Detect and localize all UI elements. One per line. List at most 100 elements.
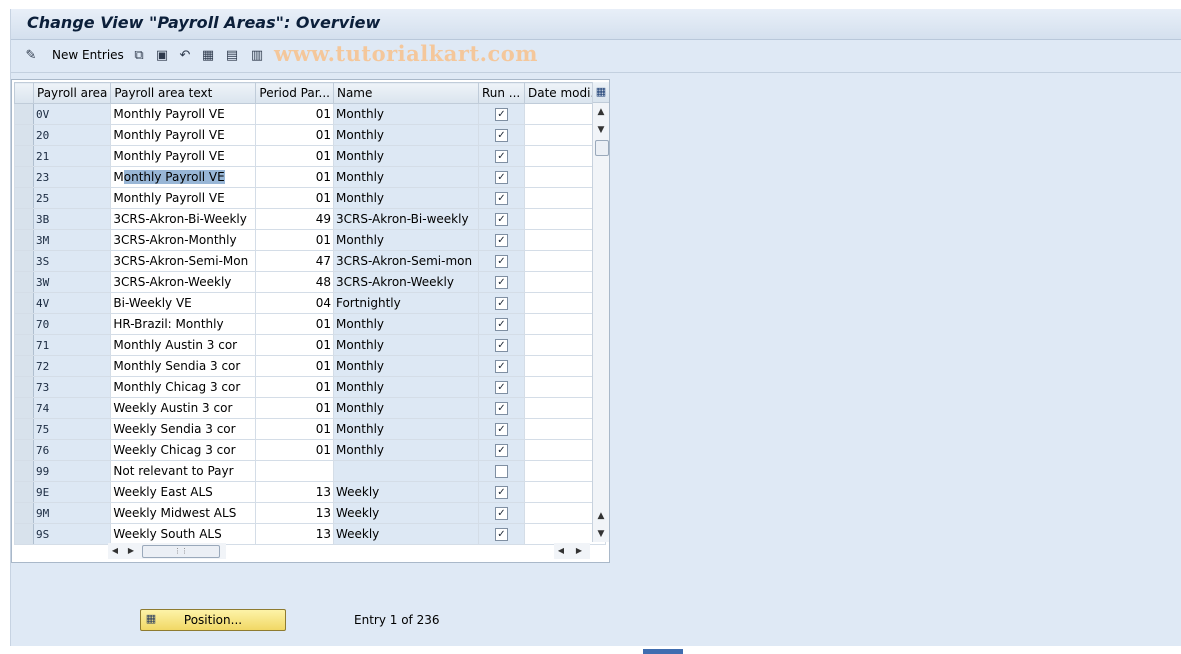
- position-button[interactable]: ▦ Position...: [140, 609, 286, 631]
- row-selector[interactable]: [14, 523, 34, 545]
- row-selector[interactable]: [14, 355, 34, 377]
- table-row[interactable]: 72 Monthly Sendia 3 cor 01 Monthly ✓: [14, 355, 606, 377]
- table-row[interactable]: 3W3CRS-Akron-Weekly483CRS-Akron-Weekly✓0: [14, 271, 606, 293]
- undo-icon[interactable]: ↶: [177, 48, 193, 64]
- payroll-area-text-cell[interactable]: Not relevant to Payr: [110, 460, 257, 482]
- period-parameter-cell[interactable]: 13: [255, 523, 334, 545]
- checkbox-checked[interactable]: ✓: [494, 192, 508, 205]
- column-header-run[interactable]: Run ...: [477, 82, 525, 104]
- run-checkbox-cell[interactable]: ✓: [477, 502, 525, 524]
- table-row[interactable]: 73 Monthly Chicag 3 cor 01 Monthly ✓: [14, 376, 606, 398]
- row-selector[interactable]: [14, 481, 34, 503]
- period-parameter-cell[interactable]: 01: [255, 145, 334, 167]
- checkbox-checked[interactable]: ✓: [494, 129, 508, 142]
- table-row[interactable]: 20 Monthly Payroll VE 01 Monthly ✓: [14, 124, 606, 146]
- period-parameter-cell[interactable]: 01: [255, 355, 334, 377]
- period-parameter-cell[interactable]: 04: [255, 292, 334, 314]
- table-row[interactable]: 70 HR-Brazil: Monthly 01 Monthly ✓: [14, 313, 606, 335]
- row-selector[interactable]: [14, 418, 34, 440]
- row-selector[interactable]: [14, 502, 34, 524]
- row-selector[interactable]: [14, 250, 34, 272]
- checkbox-checked[interactable]: ✓: [494, 339, 508, 352]
- payroll-area-text-cell[interactable]: 3CRS-Akron-Monthly: [110, 229, 257, 251]
- period-parameter-cell[interactable]: 01: [255, 229, 334, 251]
- payroll-area-text-cell[interactable]: Monthly Payroll VE: [110, 187, 257, 209]
- row-selector[interactable]: [14, 271, 34, 293]
- payroll-area-text-cell[interactable]: Weekly East ALS: [110, 481, 257, 503]
- period-parameter-cell[interactable]: 47: [255, 250, 334, 272]
- checkbox-checked[interactable]: ✓: [494, 444, 508, 457]
- table-row[interactable]: 25 Monthly Payroll VE 01 Monthly ✓: [14, 187, 606, 209]
- table-row[interactable]: 71 Monthly Austin 3 cor 01 Monthly ✓: [14, 334, 606, 356]
- payroll-area-cell[interactable]: 4V: [32, 292, 112, 314]
- row-selector[interactable]: [14, 313, 34, 335]
- run-checkbox-cell[interactable]: ✓: [477, 376, 525, 398]
- payroll-area-text-cell[interactable]: HR-Brazil: Monthly: [110, 313, 257, 335]
- payroll-area-cell[interactable]: 72: [32, 355, 112, 377]
- row-selector[interactable]: [14, 397, 34, 419]
- payroll-area-text-cell[interactable]: Weekly Chicag 3 cor: [110, 439, 257, 461]
- table-row[interactable]: 9MWeekly Midwest ALS13Weekly✓9: [14, 502, 606, 524]
- row-selector[interactable]: [14, 124, 34, 146]
- table-row[interactable]: 0V Monthly Payroll VE 01 Monthly ✓: [14, 103, 606, 125]
- period-parameter-cell[interactable]: 01: [255, 166, 334, 188]
- change-display-icon[interactable]: ✎: [23, 48, 39, 64]
- checkbox-checked[interactable]: ✓: [494, 423, 508, 436]
- period-parameter-cell[interactable]: 01: [255, 124, 334, 146]
- scroll-left-icon[interactable]: ◀: [554, 543, 568, 559]
- checkbox-checked[interactable]: ✓: [494, 150, 508, 163]
- column-settings-icon[interactable]: ▦: [593, 82, 609, 103]
- table-row[interactable]: 74 Weekly Austin 3 cor 01 Monthly ✓: [14, 397, 606, 419]
- run-checkbox-cell[interactable]: ✓: [477, 313, 525, 335]
- payroll-area-cell[interactable]: 3S: [32, 250, 112, 272]
- page-down-icon[interactable]: ▼: [593, 122, 609, 138]
- scroll-right-icon[interactable]: ▶: [572, 543, 586, 559]
- period-parameter-cell[interactable]: 01: [255, 397, 334, 419]
- row-selector[interactable]: [14, 439, 34, 461]
- row-selector[interactable]: [14, 166, 34, 188]
- table-row[interactable]: 75 Weekly Sendia 3 cor 01 Monthly ✓: [14, 418, 606, 440]
- payroll-area-cell[interactable]: 0V: [32, 103, 112, 125]
- checkbox-checked[interactable]: ✓: [494, 486, 508, 499]
- table-row[interactable]: 4VBi-Weekly VE04Fortnightly✓0: [14, 292, 606, 314]
- run-checkbox-cell[interactable]: ✓: [477, 103, 525, 125]
- run-checkbox-cell[interactable]: ✓: [477, 166, 525, 188]
- checkbox-checked[interactable]: ✓: [494, 234, 508, 247]
- payroll-area-cell[interactable]: 25: [32, 187, 112, 209]
- row-selector[interactable]: [14, 103, 34, 125]
- payroll-area-cell[interactable]: 3B: [32, 208, 112, 230]
- deselect-all-icon[interactable]: ▥: [249, 48, 265, 64]
- run-checkbox-cell[interactable]: ✓: [477, 481, 525, 503]
- run-checkbox-cell[interactable]: ✓: [477, 439, 525, 461]
- row-selector[interactable]: [14, 145, 34, 167]
- checkbox-checked[interactable]: ✓: [494, 213, 508, 226]
- payroll-area-cell[interactable]: 75: [32, 418, 112, 440]
- row-selector[interactable]: [14, 187, 34, 209]
- delete-icon[interactable]: ▣: [154, 48, 170, 64]
- period-parameter-cell[interactable]: 13: [255, 481, 334, 503]
- payroll-area-cell[interactable]: 70: [32, 313, 112, 335]
- period-parameter-cell[interactable]: 01: [255, 439, 334, 461]
- payroll-area-text-cell[interactable]: Weekly Austin 3 cor: [110, 397, 257, 419]
- run-checkbox-cell[interactable]: ✓: [477, 187, 525, 209]
- payroll-area-text-cell[interactable]: 3CRS-Akron-Bi-Weekly: [110, 208, 257, 230]
- run-checkbox-cell[interactable]: ✓: [477, 523, 525, 545]
- payroll-area-text-cell[interactable]: 3CRS-Akron-Semi-Mon: [110, 250, 257, 272]
- vertical-scroll-thumb[interactable]: [595, 140, 609, 156]
- payroll-area-cell[interactable]: 3W: [32, 271, 112, 293]
- checkbox-checked[interactable]: ✓: [494, 171, 508, 184]
- period-parameter-cell[interactable]: 01: [255, 103, 334, 125]
- period-parameter-cell[interactable]: 48: [255, 271, 334, 293]
- checkbox-checked[interactable]: ✓: [494, 507, 508, 520]
- scroll-right-icon[interactable]: ▶: [124, 543, 138, 559]
- table-row[interactable]: 23 Monthly Payroll VE 01 Monthly ✓: [14, 166, 606, 188]
- period-parameter-cell[interactable]: 01: [255, 313, 334, 335]
- payroll-area-text-cell[interactable]: Monthly Sendia 3 cor: [110, 355, 257, 377]
- payroll-area-cell[interactable]: 9M: [32, 502, 112, 524]
- payroll-area-text-cell[interactable]: Bi-Weekly VE: [110, 292, 257, 314]
- payroll-area-cell[interactable]: 99: [32, 460, 112, 482]
- table-row[interactable]: 3B 3CRS-Akron-Bi-Weekly 49 3CRS-Akron-Bi-we…: [14, 208, 606, 230]
- period-parameter-cell[interactable]: [255, 460, 334, 482]
- checkbox-checked[interactable]: ✓: [494, 402, 508, 415]
- payroll-area-cell[interactable]: 3M: [32, 229, 112, 251]
